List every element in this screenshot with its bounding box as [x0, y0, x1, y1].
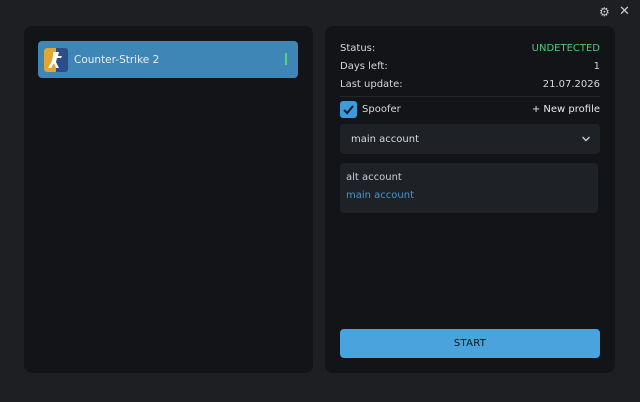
- start-button[interactable]: START: [340, 329, 600, 358]
- last-update-value: 21.07.2026: [542, 79, 600, 90]
- close-icon[interactable]: ✕: [619, 5, 630, 18]
- game-status-indicator: [285, 53, 287, 65]
- last-update-label: Last update:: [340, 79, 403, 90]
- details-panel: Status: UNDETECTED Days left: 1 Last upd…: [325, 26, 615, 373]
- checkmark-icon: [343, 104, 354, 114]
- last-update-row: Last update: 21.07.2026: [340, 79, 600, 90]
- new-profile-button[interactable]: + New profile: [532, 104, 600, 115]
- spoofer-label: Spoofer: [362, 103, 401, 115]
- status-value: UNDETECTED: [531, 43, 600, 54]
- profile-option-alt-account[interactable]: alt account: [346, 172, 402, 183]
- spoofer-checkbox[interactable]: [340, 100, 357, 118]
- profile-select-value: main account: [351, 133, 420, 145]
- game-list-panel: Counter-Strike 2: [24, 26, 313, 373]
- profile-select[interactable]: main account: [340, 124, 600, 154]
- profile-option-main-account[interactable]: main account: [346, 190, 414, 201]
- days-left-value: 1: [593, 61, 600, 72]
- days-left-row: Days left: 1: [340, 61, 600, 72]
- game-item-counter-strike-2[interactable]: Counter-Strike 2: [38, 41, 298, 78]
- status-label: Status:: [340, 43, 376, 54]
- days-left-label: Days left:: [340, 61, 388, 72]
- counter-strike-icon: [44, 47, 68, 72]
- chevron-down-icon: [582, 136, 590, 142]
- spoofer-row: Spoofer + New profile: [340, 100, 600, 118]
- gear-icon[interactable]: ⚙: [599, 6, 610, 18]
- divider: [340, 96, 600, 97]
- profile-dropdown: alt account main account: [340, 163, 598, 213]
- game-item-label: Counter-Strike 2: [74, 53, 160, 66]
- status-row: Status: UNDETECTED: [340, 43, 600, 54]
